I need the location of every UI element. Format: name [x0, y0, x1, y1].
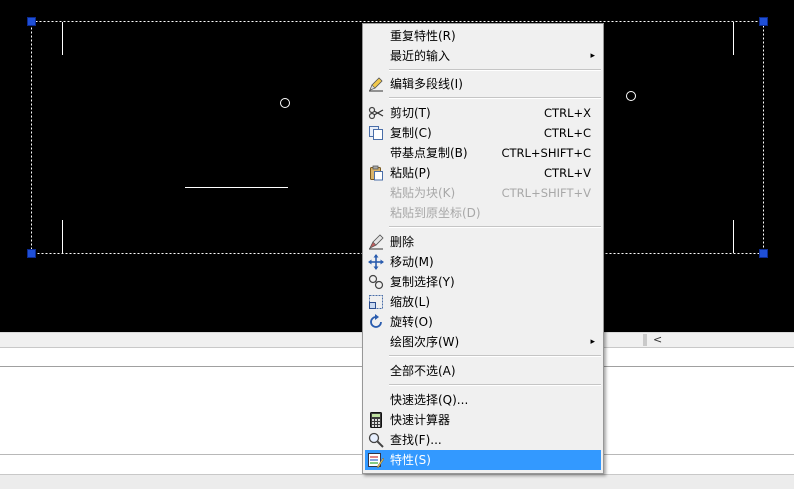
menu-item-label: 剪切(T): [390, 106, 431, 120]
menu-item-shortcut: CTRL+SHIFT+C: [501, 146, 591, 160]
menu-item-shortcut: CTRL+V: [544, 166, 591, 180]
menu-item-scale[interactable]: 缩放(L): [365, 292, 601, 312]
menu-item-label: 编辑多段线(I): [390, 77, 463, 91]
menu-item-shortcut: CTRL+X: [544, 106, 591, 120]
menu-item-copy[interactable]: 复制(C) CTRL+C: [365, 123, 601, 143]
menu-item-quick-calculator[interactable]: 快速计算器: [365, 410, 601, 430]
menu-separator: [389, 355, 601, 357]
menu-item-label: 复制选择(Y): [390, 275, 455, 289]
menu-item-deselect-all[interactable]: 全部不选(A): [365, 361, 601, 381]
context-menu: 重复特性(R) 最近的输入 ▸ 编辑多段线(I) 剪切(T) CTRL+X 复制…: [362, 23, 604, 474]
menu-item-label: 缩放(L): [390, 295, 431, 309]
grip-handle[interactable]: [27, 249, 36, 258]
menu-item-shortcut: CTRL+C: [543, 126, 591, 140]
menu-item-draw-order[interactable]: 绘图次序(W) ▸: [365, 332, 601, 352]
menu-item-label: 特性(S): [390, 453, 431, 467]
scroll-left-icon[interactable]: <: [653, 333, 662, 346]
menu-item-move[interactable]: 移动(M): [365, 252, 601, 272]
menu-item-label: 最近的输入: [390, 49, 451, 63]
menu-separator: [389, 384, 601, 386]
grip-handle[interactable]: [759, 17, 768, 26]
menu-item-label: 旋转(O): [390, 315, 433, 329]
menu-item-cut[interactable]: 剪切(T) CTRL+X: [365, 103, 601, 123]
menu-item-label: 删除: [390, 235, 415, 249]
scrollbar-thumb[interactable]: [643, 334, 647, 346]
copy-icon: [368, 125, 384, 141]
menu-item-label: 全部不选(A): [390, 364, 456, 378]
menu-item-edit-polyline[interactable]: 编辑多段线(I): [365, 74, 601, 94]
submenu-arrow-icon: ▸: [590, 51, 595, 61]
copy-selection-icon: [368, 274, 384, 290]
status-bar: [0, 474, 794, 489]
rotate-icon: [368, 314, 384, 330]
menu-item-label: 查找(F)...: [390, 433, 442, 447]
menu-item-label: 复制(C): [390, 126, 432, 140]
calculator-icon: [368, 412, 384, 428]
menu-item-label: 粘贴(P): [390, 166, 431, 180]
menu-item-label: 快速选择(Q)...: [390, 393, 469, 407]
paste-icon: [368, 165, 384, 181]
menu-item-repeat-properties[interactable]: 重复特性(R): [365, 26, 601, 46]
menu-item-find[interactable]: 查找(F)...: [365, 430, 601, 450]
grip-handle[interactable]: [27, 17, 36, 26]
scissors-icon: [368, 105, 384, 121]
menu-item-erase[interactable]: 删除: [365, 232, 601, 252]
menu-item-label: 重复特性(R): [390, 29, 456, 43]
menu-item-properties[interactable]: 特性(S): [365, 450, 601, 470]
menu-item-label: 快速计算器: [390, 413, 451, 427]
menu-item-label: 移动(M): [390, 255, 434, 269]
erase-icon: [368, 234, 384, 250]
menu-item-rotate[interactable]: 旋转(O): [365, 312, 601, 332]
grip-handle[interactable]: [759, 249, 768, 258]
find-icon: [368, 432, 384, 448]
menu-item-paste-as-block[interactable]: 粘贴为块(K) CTRL+SHIFT+V: [365, 183, 601, 203]
menu-item-shortcut: CTRL+SHIFT+V: [501, 186, 591, 200]
small-circle: [626, 91, 636, 101]
scale-icon: [368, 294, 384, 310]
small-circle: [280, 98, 290, 108]
menu-item-paste[interactable]: 粘贴(P) CTRL+V: [365, 163, 601, 183]
menu-separator: [389, 226, 601, 228]
properties-icon: [368, 452, 385, 469]
menu-item-label: 粘贴为块(K): [390, 186, 456, 200]
menu-item-recent-input[interactable]: 最近的输入 ▸: [365, 46, 601, 66]
menu-item-label: 粘贴到原坐标(D): [390, 206, 481, 220]
menu-item-paste-to-original-coordinates[interactable]: 粘贴到原坐标(D): [365, 203, 601, 223]
submenu-arrow-icon: ▸: [590, 337, 595, 347]
pencil-icon: [368, 76, 384, 92]
menu-separator: [389, 69, 601, 71]
menu-item-label: 绘图次序(W): [390, 335, 460, 349]
menu-item-copy-with-base-point[interactable]: 带基点复制(B) CTRL+SHIFT+C: [365, 143, 601, 163]
move-icon: [368, 254, 384, 270]
menu-item-label: 带基点复制(B): [390, 146, 468, 160]
menu-item-quick-select[interactable]: 快速选择(Q)...: [365, 390, 601, 410]
menu-item-copy-selection[interactable]: 复制选择(Y): [365, 272, 601, 292]
menu-separator: [389, 97, 601, 99]
